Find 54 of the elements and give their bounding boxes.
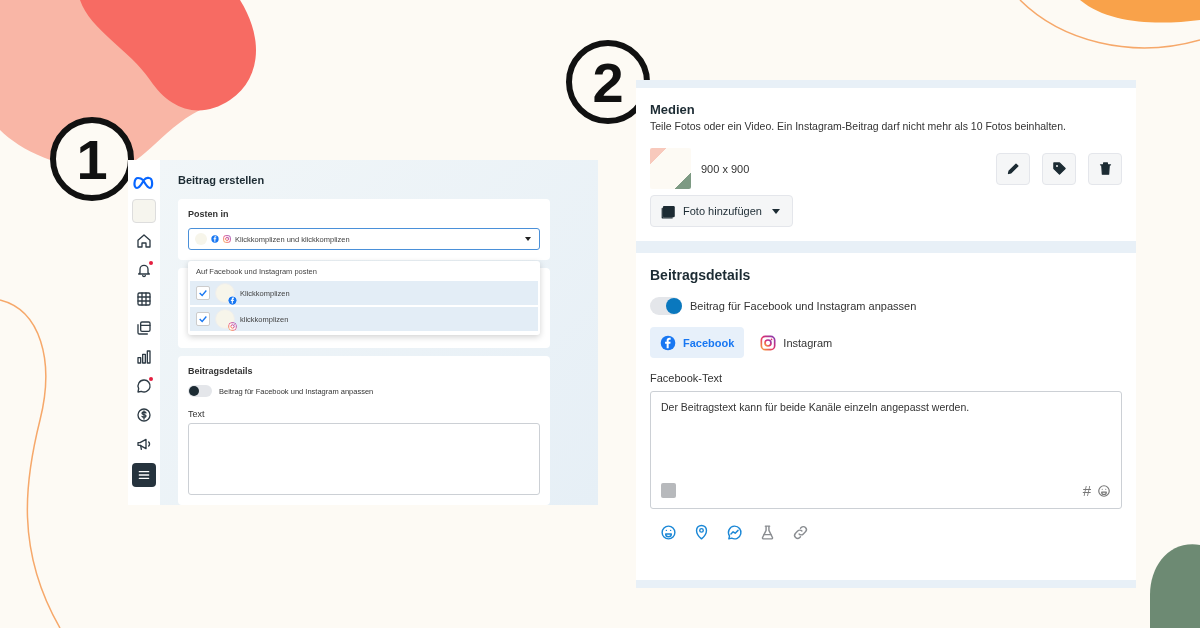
section-description: Teile Fotos oder ein Video. Ein Instagram-Beitrag darf nicht mehr als 10 Fotos beinhalten. bbox=[650, 120, 1067, 132]
facebook-icon bbox=[660, 334, 676, 351]
section-title: Beitragsdetails bbox=[650, 267, 752, 283]
platform-tab[interactable]: Facebook bbox=[650, 327, 745, 358]
bar-chart-icon bbox=[136, 349, 152, 365]
instagram-icon bbox=[223, 235, 231, 243]
flask-icon bbox=[759, 524, 776, 541]
tag-button[interactable] bbox=[1042, 152, 1076, 185]
toggle-switch[interactable] bbox=[188, 385, 212, 397]
section-label: Posten in bbox=[188, 209, 230, 219]
text-field[interactable] bbox=[188, 423, 540, 495]
image-thumbnail bbox=[650, 148, 691, 189]
image-size: 900 x 900 bbox=[701, 162, 751, 175]
instagram-icon bbox=[760, 334, 777, 351]
field-label: Facebook-Text bbox=[650, 372, 724, 384]
text-field[interactable]: Der Beitragstext kann für beide Kanäle einzeln angepasst werden. # bbox=[650, 391, 1122, 509]
notification-dot bbox=[149, 377, 153, 381]
field-label: Text bbox=[188, 409, 206, 419]
dollar-icon bbox=[136, 407, 152, 423]
caret-icon bbox=[771, 208, 780, 214]
chat-icon bbox=[136, 378, 152, 394]
section-title: Beitragsdetails bbox=[188, 366, 254, 376]
tag-icon bbox=[1051, 161, 1067, 176]
toggle-label: Beitrag für Facebook und Instagram anpassen bbox=[690, 300, 917, 312]
instagram-icon bbox=[228, 322, 237, 331]
smiley-icon bbox=[660, 524, 677, 541]
platform-tab[interactable]: Instagram bbox=[750, 327, 843, 358]
pencil-button[interactable] bbox=[996, 152, 1030, 185]
layers-icon bbox=[136, 320, 152, 336]
bell-icon bbox=[136, 262, 152, 278]
checkmark-icon bbox=[198, 314, 208, 324]
messenger-icon bbox=[726, 524, 743, 541]
megaphone-icon bbox=[136, 436, 152, 452]
smiley-icon bbox=[1097, 483, 1111, 498]
add-photo-button[interactable]: Foto hinzufügen bbox=[650, 195, 793, 227]
facebook-icon bbox=[211, 235, 219, 243]
photo-icon bbox=[661, 203, 676, 219]
checkbox[interactable] bbox=[196, 286, 210, 300]
trash-icon bbox=[1097, 161, 1113, 176]
map-pin-icon bbox=[693, 524, 710, 541]
link-icon bbox=[792, 524, 809, 541]
checkbox[interactable] bbox=[196, 312, 210, 326]
trash-button[interactable] bbox=[1088, 152, 1122, 185]
grid-icon bbox=[136, 291, 152, 307]
pencil-icon bbox=[1005, 161, 1021, 176]
checkmark-icon bbox=[198, 288, 208, 298]
notification-dot bbox=[149, 261, 153, 265]
caret-icon bbox=[525, 237, 531, 241]
home-icon bbox=[136, 233, 152, 249]
page-title: Beitrag erstellen bbox=[178, 174, 266, 186]
section-title: Medien bbox=[650, 102, 696, 117]
toggle-switch[interactable] bbox=[650, 297, 682, 315]
facebook-icon bbox=[228, 296, 237, 305]
sidebar-button[interactable] bbox=[132, 463, 156, 487]
